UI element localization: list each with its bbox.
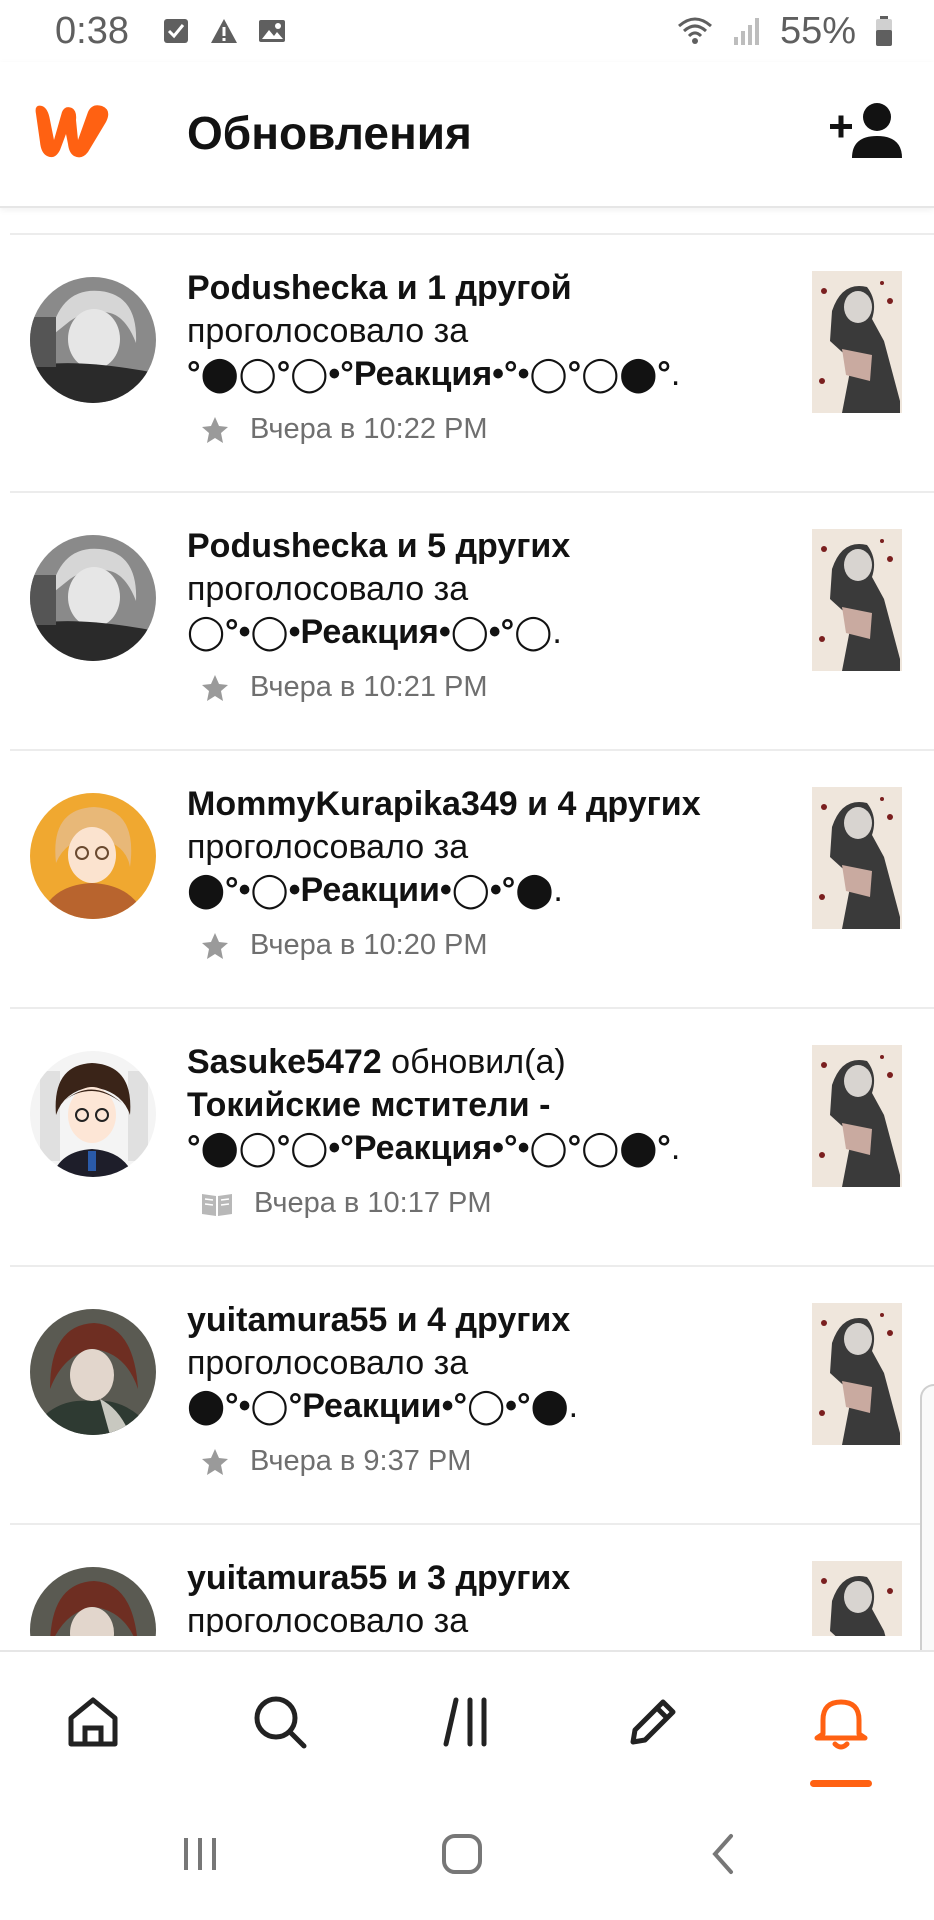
notification-time: Вчера в 9:37 PM (250, 1445, 472, 1477)
system-nav (0, 1790, 934, 1920)
notification-trailing: . (553, 871, 563, 909)
notification-trailing: . (568, 1387, 579, 1425)
notifications-icon (814, 1699, 868, 1750)
avatar[interactable] (30, 1051, 156, 1177)
notification-action: проголосовало за (187, 828, 469, 866)
back-icon (712, 1834, 733, 1874)
story-cover[interactable] (812, 1561, 902, 1636)
story-title[interactable]: ⬤°•◯°Реакции•°◯•°⬤ (187, 1387, 569, 1425)
nav-search[interactable] (220, 1652, 340, 1792)
wifi-icon (677, 17, 712, 44)
library-icon (443, 1697, 487, 1747)
notification-time: Вчера в 10:22 PM (250, 413, 488, 445)
avatar[interactable] (30, 535, 156, 661)
app-header: Обновления (0, 62, 934, 208)
notification-meta: Вчера в 10:20 PM (200, 929, 488, 962)
notification-action: проголосовало за (187, 1602, 469, 1636)
actor-name[interactable]: Podushecka и 5 других (187, 527, 570, 565)
notification-action: проголосовало за (187, 312, 469, 350)
story-cover[interactable] (812, 1045, 902, 1187)
notification-item[interactable]: Sasuke5472 обновил(а) Токийские мстители… (0, 1009, 934, 1267)
nav-write[interactable] (593, 1652, 713, 1792)
warning-icon (210, 19, 237, 43)
star-icon (202, 1448, 228, 1475)
back-button[interactable] (680, 1824, 770, 1884)
story-cover[interactable] (812, 787, 902, 929)
battery-percent: 55% (779, 9, 856, 52)
notification-action: обновил(а) (381, 1043, 566, 1081)
notification-meta: Вчера в 9:37 PM (200, 1445, 471, 1478)
notification-action: проголосовало за (187, 1344, 469, 1382)
notification-action: проголосовало за (187, 570, 469, 608)
avatar[interactable] (30, 793, 156, 919)
notification-text: Podushecka и 1 другой проголосовало за °… (187, 267, 747, 396)
book-icon (202, 1193, 232, 1216)
notification-text: yuitamura55 и 3 других проголосовало за (187, 1557, 747, 1636)
actor-name[interactable]: Podushecka и 1 другой (187, 269, 572, 307)
active-tab-indicator (810, 1780, 872, 1787)
write-icon (630, 1699, 676, 1745)
avatar[interactable] (30, 1567, 156, 1636)
home-button[interactable] (417, 1824, 507, 1884)
status-bar: 0:38 55% (0, 0, 934, 62)
notification-trailing: . (670, 1129, 681, 1167)
notification-item[interactable]: yuitamura55 и 4 других проголосовало за … (0, 1267, 934, 1525)
nav-library[interactable] (408, 1652, 528, 1792)
notification-item[interactable]: yuitamura55 и 3 других проголосовало за (0, 1525, 934, 1636)
notification-meta: Вчера в 10:22 PM (200, 413, 488, 446)
notification-meta: Вчера в 10:17 PM (200, 1187, 492, 1220)
screen: 0:38 55% Обновления Podushecka и 1 друго… (0, 0, 934, 1920)
actor-name[interactable]: MommyKurapika349 и 4 других (187, 785, 701, 823)
nav-notifications[interactable] (781, 1652, 901, 1792)
story-cover[interactable] (812, 271, 902, 413)
notification-meta: Вчера в 10:21 PM (200, 671, 488, 704)
status-right: 55% (676, 10, 894, 53)
story-title[interactable]: °⬤◯°◯•°Реакция•°•◯°◯⬤° (187, 355, 671, 393)
page-title: Обновления (187, 107, 472, 159)
recents-icon (184, 1838, 216, 1870)
notification-text: Sasuke5472 обновил(а) Токийские мстители… (187, 1041, 747, 1170)
notification-trailing: . (670, 355, 681, 393)
bottom-nav (0, 1650, 934, 1792)
star-icon (202, 416, 228, 443)
story-cover[interactable] (812, 529, 902, 671)
story-title[interactable]: ⬤°•◯•Реакции•◯•°⬤ (187, 871, 553, 909)
nav-home[interactable] (33, 1652, 153, 1792)
story-cover[interactable] (812, 1303, 902, 1445)
wattpad-logo[interactable] (30, 100, 116, 162)
signal-icon (733, 18, 759, 45)
notification-time: Вчера в 10:20 PM (250, 929, 488, 961)
battery-icon (876, 16, 892, 46)
add-user-icon[interactable] (830, 100, 904, 162)
story-title[interactable]: ◯°•◯•Реакция•◯•°◯ (187, 613, 552, 651)
actor-name[interactable]: yuitamura55 и 4 других (187, 1301, 570, 1339)
home-button-icon (442, 1834, 482, 1874)
notification-item[interactable]: Podushecka и 1 другой проголосовало за °… (0, 235, 934, 493)
image-icon (258, 20, 285, 42)
avatar[interactable] (30, 277, 156, 403)
avatar[interactable] (30, 1309, 156, 1435)
actor-name[interactable]: yuitamura55 и 3 других (187, 1559, 570, 1597)
notification-text: yuitamura55 и 4 других проголосовало за … (187, 1299, 747, 1428)
recents-button[interactable] (155, 1824, 245, 1884)
notifications-feed[interactable]: Podushecka и 1 другой проголосовало за °… (0, 208, 934, 1636)
status-left: 0:38 (55, 10, 287, 53)
notification-text: MommyKurapika349 и 4 других проголосовал… (187, 783, 747, 912)
notification-item[interactable]: MommyKurapika349 и 4 других проголосовал… (0, 751, 934, 1009)
actor-name[interactable]: Sasuke5472 (187, 1043, 382, 1081)
star-icon (202, 674, 228, 701)
home-icon (68, 1697, 118, 1747)
notification-trailing: . (552, 613, 562, 651)
notification-text: Podushecka и 5 других проголосовало за ◯… (187, 525, 747, 654)
notification-item[interactable]: Podushecka и 5 других проголосовало за ◯… (0, 493, 934, 751)
search-icon (254, 1696, 307, 1749)
star-icon (202, 932, 228, 959)
story-title[interactable]: Токийские мстители - °⬤◯°◯•°Реакция•°•◯°… (187, 1086, 671, 1167)
status-time: 0:38 (55, 9, 129, 52)
notification-time: Вчера в 10:17 PM (254, 1187, 492, 1219)
notification-time: Вчера в 10:21 PM (250, 671, 488, 703)
checkbox-notification-icon (163, 19, 188, 43)
